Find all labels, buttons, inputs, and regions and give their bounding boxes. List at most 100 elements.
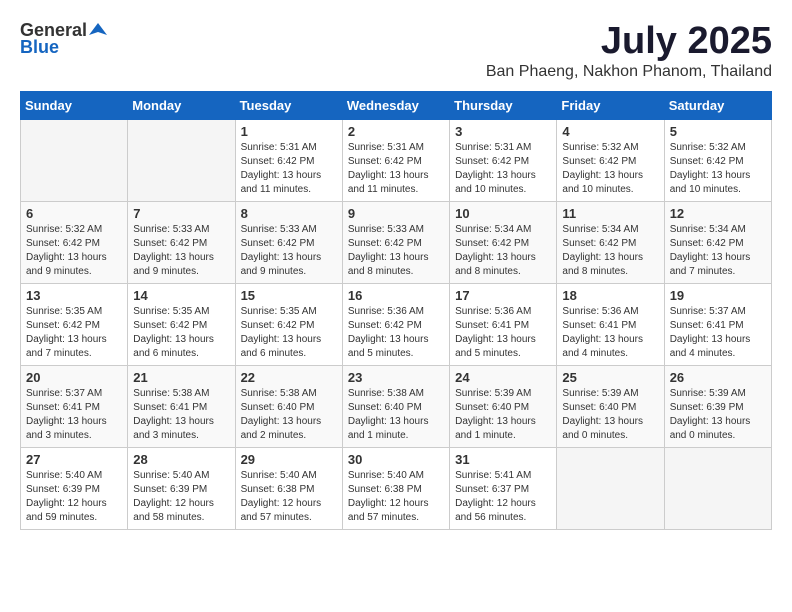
day-info: Sunrise: 5:33 AM Sunset: 6:42 PM Dayligh… — [348, 223, 444, 279]
calendar-cell: 6 Sunrise: 5:32 AM Sunset: 6:42 PM Daylig… — [21, 202, 128, 284]
calendar-cell: 11 Sunrise: 5:34 AM Sunset: 6:42 PM Dayli… — [557, 202, 664, 284]
calendar-cell: 27 Sunrise: 5:40 AM Sunset: 6:39 PM Dayli… — [21, 448, 128, 530]
day-number: 8 — [241, 206, 337, 221]
calendar-cell: 18 Sunrise: 5:36 AM Sunset: 6:41 PM Dayli… — [557, 284, 664, 366]
day-info: Sunrise: 5:39 AM Sunset: 6:40 PM Dayligh… — [455, 387, 551, 443]
day-info: Sunrise: 5:37 AM Sunset: 6:41 PM Dayligh… — [670, 305, 766, 361]
day-info: Sunrise: 5:37 AM Sunset: 6:41 PM Dayligh… — [26, 387, 122, 443]
day-info: Sunrise: 5:33 AM Sunset: 6:42 PM Dayligh… — [241, 223, 337, 279]
calendar-cell: 8 Sunrise: 5:33 AM Sunset: 6:42 PM Daylig… — [235, 202, 342, 284]
calendar-cell: 13 Sunrise: 5:35 AM Sunset: 6:42 PM Dayli… — [21, 284, 128, 366]
day-number: 9 — [348, 206, 444, 221]
calendar-cell: 29 Sunrise: 5:40 AM Sunset: 6:38 PM Dayli… — [235, 448, 342, 530]
day-number: 25 — [562, 370, 658, 385]
calendar-table: SundayMondayTuesdayWednesdayThursdayFrid… — [20, 91, 772, 530]
calendar-cell: 28 Sunrise: 5:40 AM Sunset: 6:39 PM Dayli… — [128, 448, 235, 530]
week-row-1: 1 Sunrise: 5:31 AM Sunset: 6:42 PM Daylig… — [21, 120, 772, 202]
day-info: Sunrise: 5:36 AM Sunset: 6:42 PM Dayligh… — [348, 305, 444, 361]
day-number: 7 — [133, 206, 229, 221]
day-number: 19 — [670, 288, 766, 303]
day-info: Sunrise: 5:34 AM Sunset: 6:42 PM Dayligh… — [562, 223, 658, 279]
calendar-cell: 21 Sunrise: 5:38 AM Sunset: 6:41 PM Dayli… — [128, 366, 235, 448]
day-info: Sunrise: 5:33 AM Sunset: 6:42 PM Dayligh… — [133, 223, 229, 279]
calendar-cell — [128, 120, 235, 202]
day-info: Sunrise: 5:32 AM Sunset: 6:42 PM Dayligh… — [562, 141, 658, 197]
calendar-cell: 3Sunrise: 5:31 AM Sunset: 6:42 PM Daylig… — [450, 120, 557, 202]
day-number: 14 — [133, 288, 229, 303]
day-info: Sunrise: 5:38 AM Sunset: 6:40 PM Dayligh… — [241, 387, 337, 443]
calendar-cell: 20 Sunrise: 5:37 AM Sunset: 6:41 PM Dayli… — [21, 366, 128, 448]
calendar-cell: 10Sunrise: 5:34 AM Sunset: 6:42 PM Dayli… — [450, 202, 557, 284]
header-wednesday: Wednesday — [342, 92, 449, 120]
day-number: 1 — [241, 124, 337, 139]
day-number: 22 — [241, 370, 337, 385]
calendar-cell: 30 Sunrise: 5:40 AM Sunset: 6:38 PM Dayli… — [342, 448, 449, 530]
calendar-cell: 5 Sunrise: 5:32 AM Sunset: 6:42 PM Daylig… — [664, 120, 771, 202]
day-info: Sunrise: 5:40 AM Sunset: 6:38 PM Dayligh… — [241, 469, 337, 525]
day-info: Sunrise: 5:41 AM Sunset: 6:37 PM Dayligh… — [455, 469, 551, 525]
calendar-cell: 1 Sunrise: 5:31 AM Sunset: 6:42 PM Daylig… — [235, 120, 342, 202]
page-header: General Blue July 2025 Ban Phaeng, Nakho… — [20, 20, 772, 81]
day-info: Sunrise: 5:35 AM Sunset: 6:42 PM Dayligh… — [133, 305, 229, 361]
logo-blue-text: Blue — [20, 37, 59, 58]
day-number: 13 — [26, 288, 122, 303]
day-number: 30 — [348, 452, 444, 467]
day-info: Sunrise: 5:38 AM Sunset: 6:41 PM Dayligh… — [133, 387, 229, 443]
day-number: 18 — [562, 288, 658, 303]
day-info: Sunrise: 5:31 AM Sunset: 6:42 PM Dayligh… — [241, 141, 337, 197]
calendar-cell — [21, 120, 128, 202]
calendar-cell: 17Sunrise: 5:36 AM Sunset: 6:41 PM Dayli… — [450, 284, 557, 366]
header-monday: Monday — [128, 92, 235, 120]
calendar-cell: 19 Sunrise: 5:37 AM Sunset: 6:41 PM Dayli… — [664, 284, 771, 366]
day-number: 23 — [348, 370, 444, 385]
day-number: 21 — [133, 370, 229, 385]
day-number: 20 — [26, 370, 122, 385]
calendar-cell: 4Sunrise: 5:32 AM Sunset: 6:42 PM Daylig… — [557, 120, 664, 202]
day-info: Sunrise: 5:32 AM Sunset: 6:42 PM Dayligh… — [670, 141, 766, 197]
week-row-5: 27 Sunrise: 5:40 AM Sunset: 6:39 PM Dayli… — [21, 448, 772, 530]
day-number: 12 — [670, 206, 766, 221]
calendar-title: July 2025 — [486, 20, 772, 63]
day-info: Sunrise: 5:35 AM Sunset: 6:42 PM Dayligh… — [241, 305, 337, 361]
day-info: Sunrise: 5:32 AM Sunset: 6:42 PM Dayligh… — [26, 223, 122, 279]
calendar-cell: 14 Sunrise: 5:35 AM Sunset: 6:42 PM Dayli… — [128, 284, 235, 366]
calendar-cell — [557, 448, 664, 530]
week-row-3: 13 Sunrise: 5:35 AM Sunset: 6:42 PM Dayli… — [21, 284, 772, 366]
header-sunday: Sunday — [21, 92, 128, 120]
day-number: 17 — [455, 288, 551, 303]
day-number: 5 — [670, 124, 766, 139]
day-number: 11 — [562, 206, 658, 221]
day-info: Sunrise: 5:31 AM Sunset: 6:42 PM Dayligh… — [348, 141, 444, 197]
calendar-cell: 23 Sunrise: 5:38 AM Sunset: 6:40 PM Dayli… — [342, 366, 449, 448]
calendar-header: SundayMondayTuesdayWednesdayThursdayFrid… — [21, 92, 772, 120]
day-info: Sunrise: 5:40 AM Sunset: 6:39 PM Dayligh… — [133, 469, 229, 525]
day-info: Sunrise: 5:39 AM Sunset: 6:39 PM Dayligh… — [670, 387, 766, 443]
day-number: 28 — [133, 452, 229, 467]
day-number: 15 — [241, 288, 337, 303]
day-number: 27 — [26, 452, 122, 467]
day-number: 2 — [348, 124, 444, 139]
logo-bird-icon — [89, 21, 107, 39]
day-number: 24 — [455, 370, 551, 385]
week-row-4: 20 Sunrise: 5:37 AM Sunset: 6:41 PM Dayli… — [21, 366, 772, 448]
day-info: Sunrise: 5:40 AM Sunset: 6:38 PM Dayligh… — [348, 469, 444, 525]
calendar-cell: 16Sunrise: 5:36 AM Sunset: 6:42 PM Dayli… — [342, 284, 449, 366]
day-info: Sunrise: 5:40 AM Sunset: 6:39 PM Dayligh… — [26, 469, 122, 525]
day-number: 31 — [455, 452, 551, 467]
day-number: 29 — [241, 452, 337, 467]
calendar-subtitle: Ban Phaeng, Nakhon Phanom, Thailand — [486, 63, 772, 81]
calendar-cell: 15 Sunrise: 5:35 AM Sunset: 6:42 PM Dayli… — [235, 284, 342, 366]
calendar-cell: 22 Sunrise: 5:38 AM Sunset: 6:40 PM Dayli… — [235, 366, 342, 448]
day-info: Sunrise: 5:38 AM Sunset: 6:40 PM Dayligh… — [348, 387, 444, 443]
calendar-cell: 12Sunrise: 5:34 AM Sunset: 6:42 PM Dayli… — [664, 202, 771, 284]
app-logo: General Blue — [20, 20, 107, 58]
calendar-cell: 9 Sunrise: 5:33 AM Sunset: 6:42 PM Daylig… — [342, 202, 449, 284]
calendar-cell: 25Sunrise: 5:39 AM Sunset: 6:40 PM Dayli… — [557, 366, 664, 448]
calendar-cell — [664, 448, 771, 530]
day-info: Sunrise: 5:35 AM Sunset: 6:42 PM Dayligh… — [26, 305, 122, 361]
day-number: 6 — [26, 206, 122, 221]
day-info: Sunrise: 5:36 AM Sunset: 6:41 PM Dayligh… — [562, 305, 658, 361]
header-friday: Friday — [557, 92, 664, 120]
calendar-cell: 7 Sunrise: 5:33 AM Sunset: 6:42 PM Daylig… — [128, 202, 235, 284]
day-number: 3 — [455, 124, 551, 139]
